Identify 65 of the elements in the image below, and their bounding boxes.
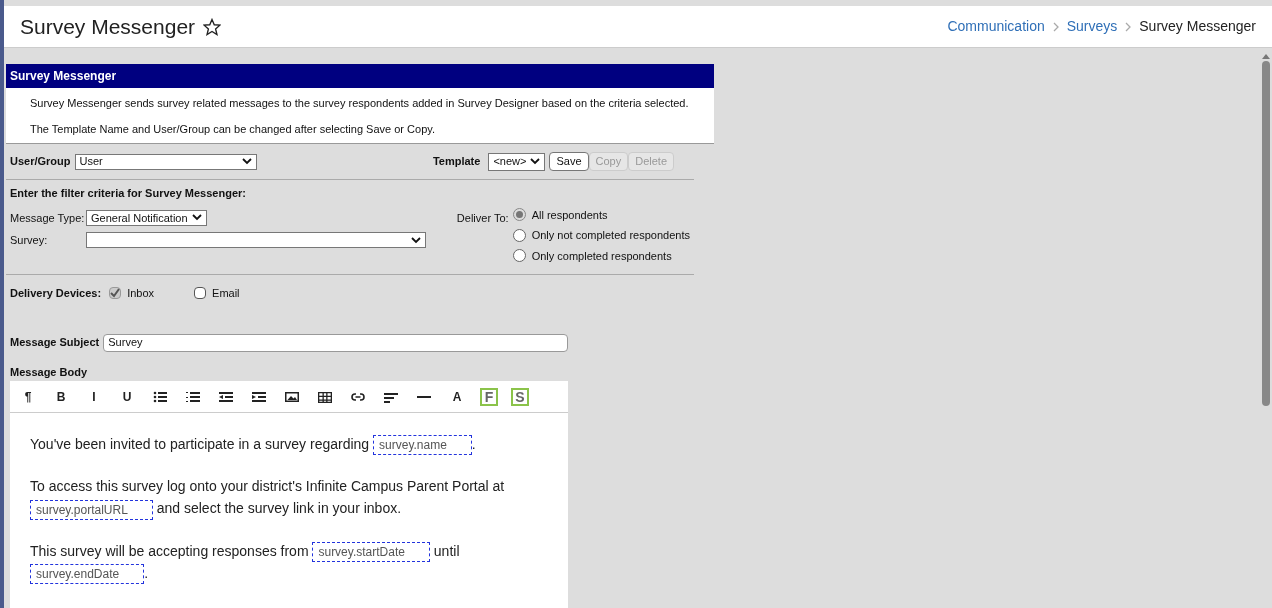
body-text: You've been invited to participate in a survey regarding xyxy=(30,436,371,452)
star-icon[interactable] xyxy=(203,17,222,36)
page-title: Survey Messenger xyxy=(20,13,196,40)
outdent-icon[interactable] xyxy=(219,389,233,404)
field-label: Template xyxy=(432,154,481,170)
panel-title: Survey Messenger xyxy=(6,64,714,88)
caret-icon xyxy=(191,214,202,222)
info-text: The Template Name and User/Group can be changed after selecting Save or Copy. xyxy=(30,121,436,137)
field-label: Delivery Devices: xyxy=(10,286,102,301)
bulleted-list-icon[interactable] xyxy=(153,389,167,404)
scroll-up-icon[interactable] xyxy=(1262,54,1270,59)
checkbox-label: Inbox xyxy=(127,286,155,301)
numbered-list-icon[interactable] xyxy=(186,389,200,404)
survey-select[interactable] xyxy=(86,232,426,249)
radio-button[interactable] xyxy=(512,249,526,263)
template-select[interactable]: <new> xyxy=(488,152,546,171)
body-text: . xyxy=(471,436,476,452)
radio-button[interactable] xyxy=(512,208,526,222)
section-heading: Enter the filter criteria for Survey Messenger: xyxy=(10,186,247,201)
body-text: To access this survey log onto your district's Infinite Campus Parent Portal at xyxy=(30,478,505,495)
info-text: Survey Messenger sends survey related messages to the survey respondents added in Survey Designer based on the criteria selected. xyxy=(30,96,690,111)
field-label: Message Subject xyxy=(10,335,100,351)
radio-label: Only completed respondents xyxy=(531,248,672,264)
field-insert-button[interactable]: F xyxy=(480,387,498,406)
checkbox[interactable] xyxy=(194,287,207,300)
format-button[interactable]: I xyxy=(84,387,104,406)
checkbox[interactable] xyxy=(109,287,122,300)
body-text: This survey will be accepting responses from xyxy=(30,542,310,559)
checkbox-label: Email xyxy=(212,286,240,301)
format-button[interactable]: ¶ xyxy=(18,387,38,406)
breadcrumb-link[interactable]: Communication xyxy=(947,16,1045,37)
field-insert-button[interactable]: S xyxy=(511,387,529,406)
caret-icon xyxy=(530,158,541,165)
merge-field[interactable]: survey.name xyxy=(373,435,472,456)
body-text: . xyxy=(144,564,149,581)
breadcrumb-link[interactable]: Surveys xyxy=(1066,16,1118,37)
field-label: User/Group xyxy=(10,154,71,170)
field-label: Survey: xyxy=(10,233,49,248)
breadcrumb-current: Survey Messenger xyxy=(1139,17,1256,36)
scrollbar-thumb[interactable] xyxy=(1262,61,1270,406)
merge-field[interactable]: survey.portalURL xyxy=(30,499,153,520)
merge-field[interactable]: survey.endDate xyxy=(30,564,145,585)
format-button[interactable]: B xyxy=(51,387,71,406)
caret-icon xyxy=(411,236,421,244)
chevron-icon xyxy=(1052,21,1059,32)
format-button[interactable]: U xyxy=(117,387,137,406)
user-group-select[interactable]: User xyxy=(74,153,257,170)
table-icon[interactable] xyxy=(318,389,332,404)
field-label: Deliver To: xyxy=(456,210,509,226)
field-label: Message Body xyxy=(9,364,89,380)
template-button[interactable]: Save xyxy=(549,152,589,171)
format-button[interactable]: A xyxy=(447,387,467,406)
image-icon[interactable] xyxy=(285,389,299,404)
body-text: until xyxy=(432,542,460,559)
indent-icon[interactable] xyxy=(252,389,266,404)
field-label: Message Type: xyxy=(10,210,86,226)
merge-field[interactable]: survey.startDate xyxy=(312,541,430,562)
radio-label: All respondents xyxy=(531,207,608,223)
radio-label: Only not completed respondents xyxy=(531,228,690,243)
chevron-icon xyxy=(1125,21,1132,32)
message-type-select[interactable]: General Notification xyxy=(86,209,207,226)
body-text: and select the survey link in your inbox. xyxy=(155,500,402,517)
radio-button[interactable] xyxy=(512,228,526,242)
caret-icon xyxy=(241,158,252,165)
subject-field[interactable]: Survey xyxy=(103,333,569,352)
